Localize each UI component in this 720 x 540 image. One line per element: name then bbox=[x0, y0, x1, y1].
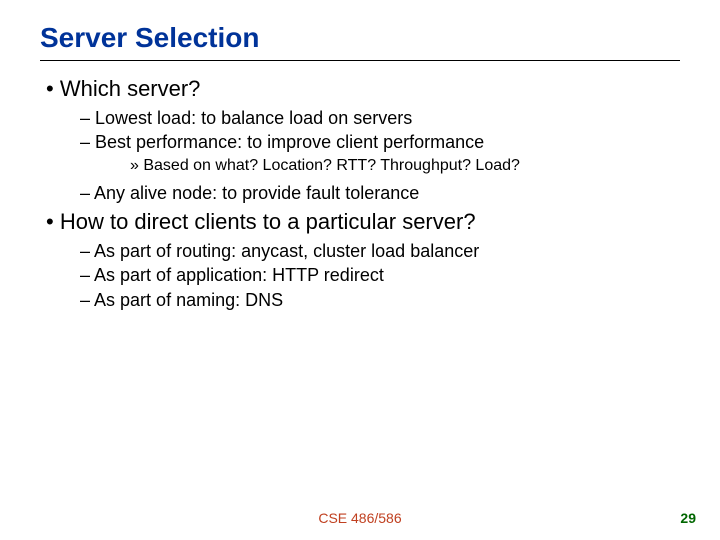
bullet-naming: As part of naming: DNS bbox=[80, 289, 680, 312]
slide: Server Selection Which server? Lowest lo… bbox=[0, 0, 720, 540]
bullet-application: As part of application: HTTP redirect bbox=[80, 264, 680, 287]
text: How to direct clients to a particular se… bbox=[60, 209, 476, 234]
footer-page-number: 29 bbox=[680, 510, 696, 526]
bullet-lowest-load: Lowest load: to balance load on servers bbox=[80, 107, 680, 130]
bullet-any-alive-node: Any alive node: to provide fault toleran… bbox=[80, 182, 680, 205]
bullet-best-performance: Best performance: to improve client perf… bbox=[80, 131, 680, 154]
title-rule bbox=[40, 60, 680, 61]
slide-title: Server Selection bbox=[40, 22, 680, 54]
text: Based on what? Location? RTT? Throughput… bbox=[143, 157, 520, 174]
footer-course: CSE 486/586 bbox=[0, 510, 720, 526]
bullet-routing: As part of routing: anycast, cluster loa… bbox=[80, 240, 680, 263]
bullet-based-on-what: Based on what? Location? RTT? Throughput… bbox=[130, 156, 680, 176]
text: Which server? bbox=[60, 76, 201, 101]
text: As part of routing: anycast, cluster loa… bbox=[94, 241, 479, 261]
bullet-which-server: Which server? bbox=[46, 75, 680, 103]
text: Lowest load: to balance load on servers bbox=[95, 108, 412, 128]
bullet-how-direct: How to direct clients to a particular se… bbox=[46, 208, 680, 236]
text: As part of application: HTTP redirect bbox=[94, 265, 384, 285]
text: As part of naming: DNS bbox=[94, 290, 283, 310]
text: Any alive node: to provide fault toleran… bbox=[94, 183, 419, 203]
text: Best performance: to improve client perf… bbox=[95, 132, 484, 152]
